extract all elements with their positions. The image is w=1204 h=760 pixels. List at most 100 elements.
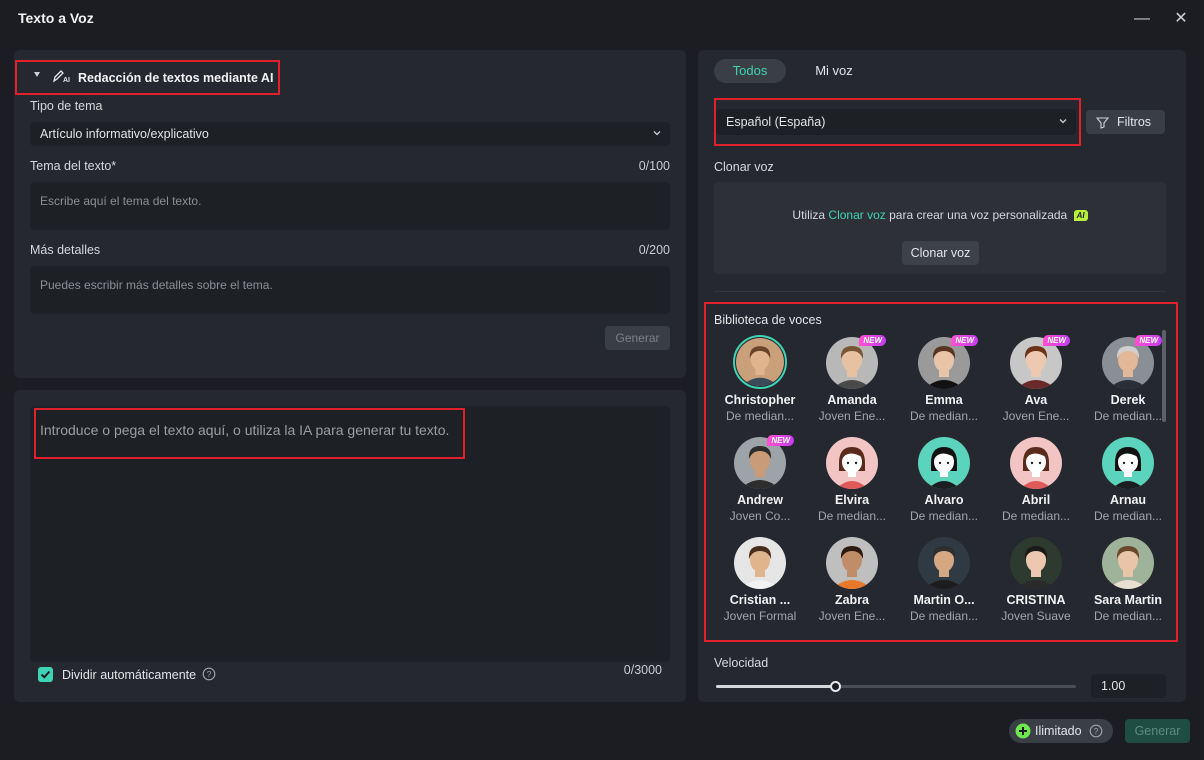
avatar: [826, 537, 878, 589]
check-icon: [40, 670, 51, 679]
topic-input[interactable]: Escribe aquí el tema del texto.: [30, 182, 670, 230]
voice-name: Sara Martin: [1093, 593, 1163, 607]
plus-circle-icon: [1015, 723, 1031, 739]
avatar-image: [1102, 437, 1154, 489]
voice-description: Joven Ene...: [1002, 409, 1070, 423]
avatar-image: [1102, 537, 1154, 589]
unlimited-button[interactable]: Ilimitado ?: [1009, 719, 1113, 743]
speed-slider-track[interactable]: [716, 681, 1076, 692]
avatar-image: [736, 338, 784, 386]
clone-voice-button[interactable]: Clonar voz: [902, 241, 979, 265]
voice-name: Christopher: [724, 393, 796, 407]
text-counter: 0/3000: [623, 663, 662, 677]
voice-card-derek[interactable]: NEW Derek De median...: [1082, 335, 1174, 423]
speed-value: 1.00: [1101, 679, 1126, 693]
voice-description: Joven Formal: [723, 609, 797, 623]
voice-card-abril[interactable]: Abril De median...: [990, 437, 1082, 523]
ai-generate-button[interactable]: Generar: [605, 326, 670, 350]
avatar: [826, 437, 878, 489]
ai-writer-header[interactable]: Redacción de textos mediante AI: [78, 71, 273, 85]
topic-type-value: Artículo informativo/explicativo: [40, 127, 209, 141]
voice-name: Alvaro: [924, 493, 964, 507]
voice-card-amanda[interactable]: NEW Amanda Joven Ene...: [806, 335, 898, 423]
details-placeholder: Puedes escribir más detalles sobre el te…: [40, 278, 273, 292]
voice-card-cristina[interactable]: CRISTINA Joven Suave: [990, 537, 1082, 623]
new-badge: NEW: [767, 435, 794, 446]
speed-input[interactable]: 1.00: [1091, 674, 1166, 698]
voice-card-christopher[interactable]: Christopher De median...: [714, 335, 806, 423]
voice-card-andrew[interactable]: NEW Andrew Joven Co...: [714, 435, 806, 523]
voice-name: Zabra: [834, 593, 870, 607]
voice-name: Emma: [925, 393, 963, 407]
avatar: NEW: [826, 335, 886, 389]
ai-pen-icon: AI: [52, 70, 70, 83]
voice-description: De median...: [817, 509, 887, 523]
avatar: [1010, 537, 1062, 589]
clone-text-before: Utiliza: [792, 208, 829, 222]
help-icon[interactable]: ?: [1089, 724, 1103, 738]
voice-description: De median...: [1093, 609, 1163, 623]
avatar: [1010, 437, 1062, 489]
avatar: [918, 537, 970, 589]
window-title: Texto a Voz: [18, 10, 94, 26]
voice-panel: Todos Mi voz Español (España) Filtros Cl…: [698, 50, 1186, 702]
help-icon[interactable]: ?: [202, 667, 216, 681]
collapse-caret-icon[interactable]: [34, 72, 40, 77]
unlimited-label: Ilimitado: [1035, 724, 1082, 738]
voice-library-scrollbar[interactable]: [1162, 330, 1166, 422]
tab-todos[interactable]: Todos: [714, 59, 786, 83]
new-badge: NEW: [1043, 335, 1070, 346]
clone-voice-card: Utiliza Clonar voz para crear una voz pe…: [714, 182, 1166, 274]
voice-card-zabra[interactable]: Zabra Joven Ene...: [806, 537, 898, 623]
voice-description: De median...: [1093, 509, 1163, 523]
details-counter: 0/200: [638, 243, 670, 257]
voice-name: Cristian ...: [729, 593, 791, 607]
voice-card-alvaro[interactable]: Alvaro De median...: [898, 437, 990, 523]
voice-name: Abril: [1021, 493, 1051, 507]
avatar-image: [1010, 437, 1062, 489]
avatar: [733, 335, 787, 389]
voice-card-sara-martin[interactable]: Sara Martin De median...: [1082, 537, 1174, 623]
speed-slider-thumb[interactable]: [829, 681, 841, 692]
voice-card-emma[interactable]: NEW Emma De median...: [898, 335, 990, 423]
voice-card-elvira[interactable]: Elvira De median...: [806, 437, 898, 523]
avatar: NEW: [1010, 335, 1070, 389]
main-text-area[interactable]: Introduce o pega el texto aquí, o utiliz…: [30, 406, 670, 662]
voice-description: De median...: [1001, 509, 1071, 523]
voice-description: De median...: [909, 409, 979, 423]
filters-button[interactable]: Filtros: [1086, 110, 1165, 134]
close-icon[interactable]: ✕: [1170, 8, 1192, 30]
avatar: NEW: [734, 435, 794, 489]
generate-button[interactable]: Generar: [1125, 719, 1190, 743]
minimize-icon[interactable]: —: [1131, 8, 1153, 30]
topic-type-select[interactable]: Artículo informativo/explicativo: [30, 122, 670, 146]
voice-card-martin-o[interactable]: Martin O... De median...: [898, 537, 990, 623]
voice-name: CRISTINA: [1006, 593, 1066, 607]
filters-label: Filtros: [1117, 115, 1152, 129]
svg-text:?: ?: [1094, 726, 1099, 736]
clone-voice-link[interactable]: Clonar voz: [828, 208, 885, 222]
text-editor-panel: Introduce o pega el texto aquí, o utiliz…: [14, 390, 686, 702]
ai-badge: AI: [1073, 210, 1088, 221]
clone-voice-text: Utiliza Clonar voz para crear una voz pe…: [714, 208, 1166, 222]
chevron-down-icon: [1059, 119, 1067, 124]
auto-split-checkbox[interactable]: [38, 667, 53, 682]
voice-card-cristian[interactable]: Cristian ... Joven Formal: [714, 537, 806, 623]
topic-label: Tema del texto*: [30, 159, 117, 173]
speed-label: Velocidad: [714, 656, 769, 670]
language-select[interactable]: Español (España): [716, 109, 1076, 135]
topic-counter: 0/100: [638, 159, 670, 173]
voice-card-arnau[interactable]: Arnau De median...: [1082, 437, 1174, 523]
new-badge: NEW: [951, 335, 978, 346]
avatar: [1102, 537, 1154, 589]
voice-name: Arnau: [1109, 493, 1147, 507]
new-badge: NEW: [859, 335, 886, 346]
voice-card-ava[interactable]: NEW Ava Joven Ene...: [990, 335, 1082, 423]
avatar-image: [826, 537, 878, 589]
details-input[interactable]: Puedes escribir más detalles sobre el te…: [30, 266, 670, 314]
tab-mi-voz[interactable]: Mi voz: [798, 59, 870, 83]
voice-description: Joven Ene...: [818, 609, 886, 623]
avatar-image: [918, 537, 970, 589]
clone-text-after: para crear una voz personalizada: [885, 208, 1068, 222]
avatar-image: [826, 437, 878, 489]
